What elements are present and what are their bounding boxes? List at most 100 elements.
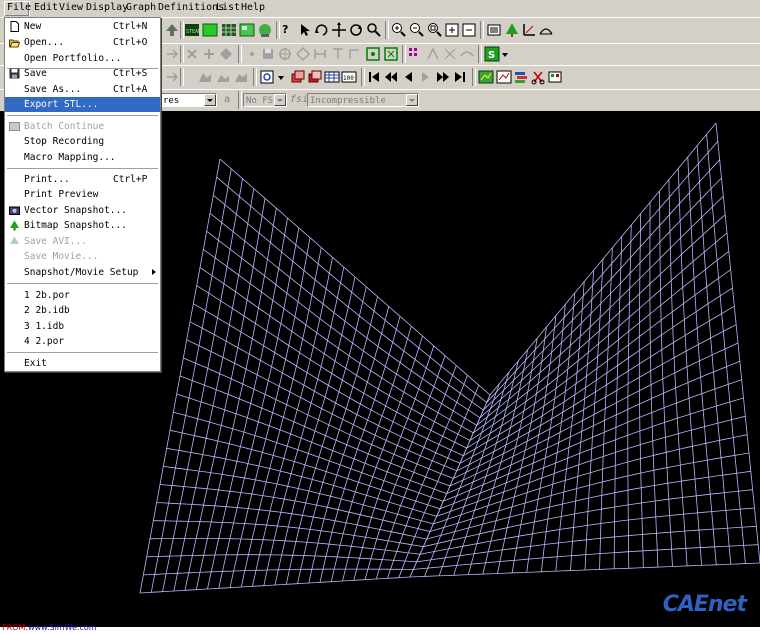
layers-icon[interactable]: [290, 69, 306, 85]
bitmap-snapshot-icon: [10, 220, 19, 231]
help-icon[interactable]: ?: [282, 23, 298, 39]
solid-display-icon[interactable]: [202, 22, 218, 38]
menu-item-snapshot-movie-setup-label: Snapshot/Movie Setup: [24, 267, 139, 278]
fast-forward-icon[interactable]: [435, 69, 451, 85]
first-frame-icon[interactable]: [366, 69, 382, 85]
snap-icon: [349, 49, 359, 59]
mesh-line: [216, 176, 487, 403]
menu-item-recent-3-label: 3 1.idb: [24, 321, 65, 332]
menu-list[interactable]: List: [216, 2, 240, 13]
menu-item-open-portfolio[interactable]: Open Portfolio...: [5, 51, 160, 66]
probe-icon[interactable]: [366, 22, 382, 38]
zoom-box-icon[interactable]: [427, 22, 443, 38]
variable-select[interactable]: res: [160, 93, 217, 107]
spin-icon[interactable]: [348, 22, 364, 38]
menu-item-save-as-shortcut: Ctrl+A: [113, 84, 148, 95]
shaded-display-icon[interactable]: [239, 22, 255, 38]
zoom-in-icon[interactable]: [391, 22, 407, 38]
arrow-up-icon[interactable]: [164, 22, 180, 38]
avi-icon: [10, 236, 19, 244]
menu-item-save-avi: Save AVI...: [5, 234, 160, 249]
mesh-line: [649, 202, 659, 568]
reset-view-icon[interactable]: [461, 22, 477, 38]
rewind-icon[interactable]: [383, 69, 399, 85]
vector-snapshot-icon: [9, 206, 20, 215]
menu-item-stop-recording[interactable]: Stop Recording: [5, 134, 160, 149]
menu-edit[interactable]: Edit: [34, 2, 58, 13]
pointer-icon[interactable]: [297, 22, 313, 38]
menu-item-print-label: Print...: [24, 174, 70, 185]
menu-item-recent-1[interactable]: 1 2b.por: [5, 288, 160, 303]
menu-item-recent-2[interactable]: 2 2b.idb: [5, 303, 160, 318]
surface-icon[interactable]: [538, 22, 554, 38]
step-back-icon[interactable]: [400, 69, 416, 85]
menu-item-open[interactable]: Open... Ctrl+O: [5, 35, 160, 50]
menu-item-recent-3[interactable]: 3 1.idb: [5, 319, 160, 334]
table-icon[interactable]: [324, 69, 340, 85]
menu-display[interactable]: Display: [86, 2, 128, 13]
grid-display-icon[interactable]: [221, 22, 237, 38]
menu-file[interactable]: File: [0, 0, 32, 17]
plot-data-icon[interactable]: [496, 69, 512, 85]
menu-file-label: File: [7, 2, 32, 13]
tree-icon[interactable]: [504, 22, 520, 38]
menu-item-macro-mapping[interactable]: Macro Mapping...: [5, 150, 160, 165]
chevron-down-icon[interactable]: [500, 48, 510, 64]
zoom-out-icon[interactable]: [409, 22, 425, 38]
chevron-down-icon[interactable]: [204, 94, 216, 106]
footer-text: FROM:www.SimWe.com: [2, 623, 97, 632]
menu-view[interactable]: View: [59, 2, 83, 13]
counter-icon[interactable]: 100: [341, 69, 357, 85]
menu-item-print-preview[interactable]: Print Preview: [5, 187, 160, 202]
menu-item-snapshot-movie-setup[interactable]: Snapshot/Movie Setup: [5, 265, 160, 280]
menu-definitions[interactable]: Definitions: [158, 2, 224, 13]
mesh-display-icon[interactable]: STEAM: [184, 22, 200, 38]
toolbar-separator: [480, 21, 484, 39]
menu-item-vector-snapshot-label: Vector Snapshot...: [24, 205, 127, 216]
axes-icon[interactable]: [521, 22, 537, 38]
bookmark-icon[interactable]: [259, 69, 275, 85]
cut-icon[interactable]: [530, 69, 546, 85]
menu-item-recent-4[interactable]: 4 2.por: [5, 334, 160, 349]
menu-item-export-stl[interactable]: Export STL...: [5, 97, 160, 112]
mesh-line: [677, 168, 703, 566]
grid-points-icon[interactable]: [407, 46, 423, 62]
solver-icon[interactable]: S: [484, 46, 500, 62]
palette-icon[interactable]: [547, 69, 563, 85]
watermark-logo: CAEnet: [662, 592, 747, 617]
menu-item-save-as[interactable]: Save As... Ctrl+A: [5, 82, 160, 97]
chevron-down-icon[interactable]: [276, 71, 286, 87]
frame-icon[interactable]: [486, 22, 502, 38]
fit-view-icon[interactable]: [444, 22, 460, 38]
menu-item-new[interactable]: New Ctrl+N: [5, 19, 160, 34]
menu-item-vector-snapshot[interactable]: Vector Snapshot...: [5, 203, 160, 218]
menu-help[interactable]: Help: [241, 2, 265, 13]
last-frame-icon[interactable]: [452, 69, 468, 85]
stack-icon[interactable]: [513, 69, 529, 85]
menu-item-recent-1-label: 1 2b.por: [24, 290, 70, 301]
menu-item-exit[interactable]: Exit: [5, 356, 160, 371]
boundary-edit-icon: [217, 75, 229, 82]
menu-graph[interactable]: Graph: [126, 2, 156, 13]
menu-item-stop-recording-label: Stop Recording: [24, 136, 105, 147]
mesh-line: [196, 285, 467, 449]
mesh-line: [209, 212, 481, 419]
toolbar-separator: [238, 45, 242, 63]
mesh-line: [169, 429, 441, 510]
menu-item-recent-4-label: 4 2.por: [24, 336, 65, 347]
menu-item-bitmap-snapshot[interactable]: Bitmap Snapshot...: [5, 218, 160, 233]
arrow-icon: [167, 49, 179, 59]
contour-display-icon[interactable]: [257, 22, 273, 38]
mesh-line: [162, 178, 243, 592]
region-icon[interactable]: [365, 46, 381, 62]
plot-icon[interactable]: [478, 69, 494, 85]
layers-alt-icon[interactable]: [307, 69, 323, 85]
zone-icon[interactable]: [383, 46, 399, 62]
menu-item-save[interactable]: Save Ctrl+S: [5, 66, 160, 81]
mesh-line: [229, 237, 311, 588]
translate-icon[interactable]: [331, 22, 347, 38]
menu-item-open-shortcut: Ctrl+O: [113, 37, 148, 48]
rotate-icon[interactable]: [314, 22, 330, 38]
menu-item-print[interactable]: Print... Ctrl+P: [5, 172, 160, 187]
mesh-line: [139, 576, 411, 594]
